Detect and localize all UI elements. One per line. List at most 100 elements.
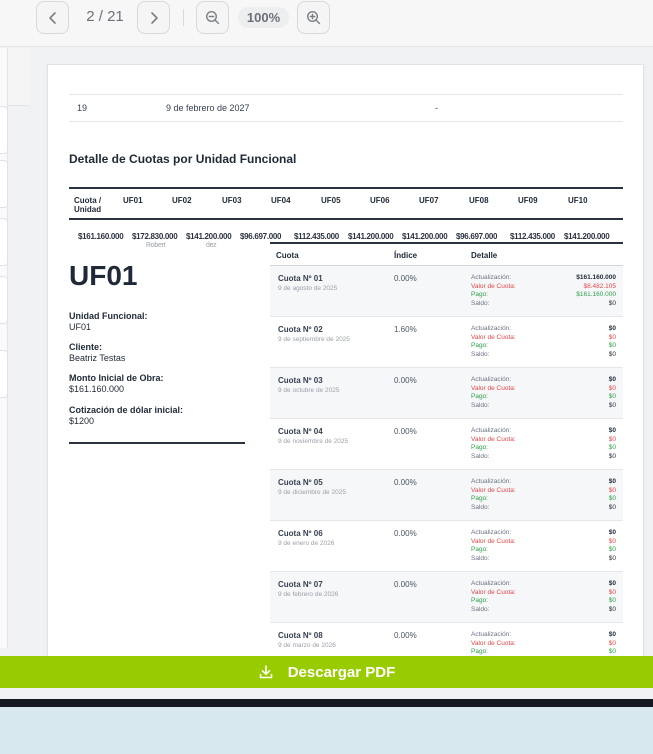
uf-value: $96.697.000 — [240, 232, 282, 241]
label-valor-cuota: Valor de Cuota: — [471, 537, 516, 545]
value-valor-cuota: $0 — [608, 588, 616, 596]
monto-info: Monto Inicial de Obra: $161.160.000 — [69, 373, 164, 395]
value-pago: $161.160.000 — [576, 291, 616, 298]
cuota-date: 9 de septiembre de 2025 — [278, 336, 350, 343]
uf-value: $112.435.000 — [510, 232, 555, 241]
cotizacion-label: Cotización de dólar inicial: — [69, 405, 184, 415]
value-valor-cuota: $0 — [608, 639, 616, 647]
label-actualizacion: Actualización: — [471, 478, 512, 485]
value-pago: $0 — [608, 444, 616, 451]
uf-col-header: UF07 — [419, 196, 439, 205]
download-pdf-label: Descargar PDF — [287, 663, 396, 681]
label-pago: Pago: — [471, 495, 488, 502]
label-saldo: Saldo: — [471, 452, 490, 460]
value-pago: $0 — [608, 597, 616, 604]
download-icon — [259, 665, 273, 679]
uf-col-header: UF02 — [172, 196, 192, 205]
uf-col-header: UF08 — [469, 196, 489, 205]
thumbnail-tab[interactable] — [0, 106, 8, 154]
zoom-out-button[interactable] — [196, 1, 229, 34]
value-actualizacion: $0 — [608, 631, 616, 638]
cotizacion-info: Cotización de dólar inicial: $1200 — [69, 405, 183, 427]
label-pago: Pago: — [471, 393, 488, 400]
row-date: 9 de febrero de 2027 — [166, 103, 250, 113]
chevron-left-icon — [48, 11, 56, 24]
uf-col-header: UF03 — [222, 196, 242, 205]
label-pago: Pago: — [471, 597, 488, 604]
label-actualizacion: Actualización: — [471, 427, 512, 434]
uf-value: $112.435.000 — [294, 232, 339, 241]
download-pdf-button[interactable]: Descargar PDF — [0, 656, 653, 688]
value-saldo: $0 — [608, 401, 616, 409]
thumbnail-tab[interactable] — [0, 218, 8, 266]
value-valor-cuota: $0 — [608, 333, 616, 341]
value-pago: $0 — [608, 393, 616, 400]
thumbnail-tab[interactable] — [0, 276, 8, 324]
label-saldo: Saldo: — [471, 350, 490, 358]
cuota-name: Cuota Nº 07 — [278, 580, 323, 589]
uf-value: $141.200.000 — [402, 232, 448, 241]
uf-value: $96.697.000 — [456, 232, 498, 241]
cuota-row: Cuota Nº 07 9 de febrero de 2026 0.00% Actu… — [270, 572, 623, 623]
uf-value: $172.830.000 — [132, 232, 178, 241]
label-valor-cuota: Valor de Cuota: — [471, 282, 516, 290]
label-actualizacion: Actualización: — [471, 631, 512, 638]
uf-value-sub: Robert — [146, 242, 166, 249]
value-actualizacion: $161.160.000 — [576, 274, 616, 281]
cuota-name: Cuota Nº 04 — [278, 427, 323, 436]
row-number: 19 — [77, 103, 88, 113]
label-saldo: Saldo: — [471, 401, 490, 409]
spacer — [0, 688, 653, 699]
pdf-page: 19 9 de febrero de 2027 - Detalle de Cuo… — [47, 64, 644, 664]
thumbnail-tab[interactable] — [0, 160, 8, 208]
cuota-name: Cuota Nº 06 — [278, 529, 323, 538]
cuota-date: 9 de octubre de 2025 — [278, 387, 340, 394]
cuota-row: Cuota Nº 04 9 de noviembre de 2025 0.00% Ac… — [270, 419, 623, 470]
cuota-index: 0.00% — [394, 580, 417, 589]
uf-col-header: UF05 — [321, 196, 341, 205]
cuota-index: 0.00% — [394, 478, 417, 487]
prev-page-button[interactable] — [36, 1, 69, 34]
cuota-date: 9 de enero de 2026 — [278, 540, 335, 547]
monto-label: Monto Inicial de Obra: — [69, 373, 164, 383]
chevron-right-icon — [150, 11, 158, 24]
label-actualizacion: Actualización: — [471, 274, 512, 281]
cuota-index: 0.00% — [394, 631, 417, 640]
zoom-in-button[interactable] — [297, 1, 330, 34]
cuota-row: Cuota Nº 01 9 de agosto de 2025 0.00% Actua… — [270, 266, 623, 317]
zoom-in-icon — [306, 10, 321, 25]
uf-col-header: UF10 — [568, 196, 588, 205]
cuotas-table-header: Cuota Índice Detalle — [270, 242, 623, 266]
window-divider — [0, 699, 653, 707]
cuota-row: Cuota Nº 02 9 de septiembre de 2025 1.60% A… — [270, 317, 623, 368]
monto-value: $161.160.000 — [69, 384, 125, 394]
label-actualizacion: Actualización: — [471, 529, 512, 536]
cuota-date: 9 de marzo de 2026 — [278, 642, 336, 649]
value-actualizacion: $0 — [608, 529, 616, 536]
value-valor-cuota: $8.482.105 — [583, 282, 616, 290]
cuota-name: Cuota Nº 08 — [278, 631, 323, 640]
value-pago: $0 — [608, 648, 616, 655]
thumbnail-tab[interactable] — [0, 350, 8, 398]
cuota-name: Cuota Nº 02 — [278, 325, 323, 334]
uf-value: $141.200.000 — [348, 232, 394, 241]
cuota-date: 9 de diciembre de 2025 — [278, 489, 346, 496]
value-actualizacion: $0 — [608, 478, 616, 485]
next-page-button[interactable] — [137, 1, 170, 34]
value-pago: $0 — [608, 342, 616, 349]
uf-col-header: Cuota / Unidad — [74, 196, 102, 214]
cliente-value: Beatriz Testas — [69, 353, 126, 363]
value-saldo: $0 — [608, 605, 616, 613]
pdf-toolbar: 2 / 21 100% — [0, 0, 653, 47]
value-actualizacion: $0 — [608, 580, 616, 587]
value-actualizacion: $0 — [608, 427, 616, 434]
uf-value: $141.200.000 — [186, 232, 232, 241]
cuota-index: 0.00% — [394, 376, 417, 385]
value-saldo: $0 — [608, 503, 616, 511]
cotizacion-value: $1200 — [69, 416, 95, 426]
value-valor-cuota: $0 — [608, 435, 616, 443]
table-row: 19 9 de febrero de 2027 - — [69, 94, 623, 122]
background-area — [0, 707, 653, 754]
label-actualizacion: Actualización: — [471, 325, 512, 332]
thumbnail-sidebar[interactable] — [0, 48, 8, 648]
